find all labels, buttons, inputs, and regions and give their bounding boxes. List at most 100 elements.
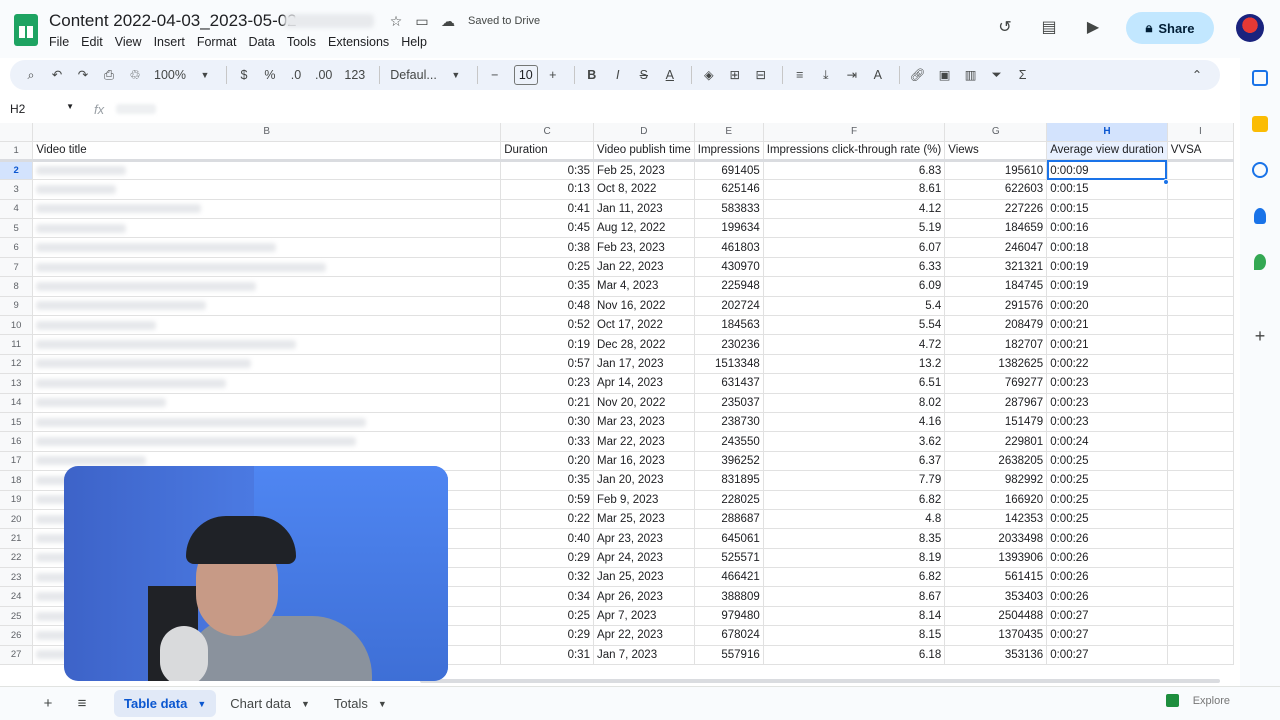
cell-publish-time[interactable]: Mar 16, 2023 [593, 451, 695, 472]
menu-help[interactable]: Help [401, 35, 433, 49]
cell-vvsa[interactable] [1167, 567, 1234, 588]
row-number[interactable]: 19 [0, 490, 34, 510]
cell-vvsa[interactable] [1167, 509, 1234, 530]
cell-avg-view-duration[interactable]: 0:00:26 [1046, 548, 1168, 569]
cell-vvsa[interactable] [1167, 257, 1234, 278]
cell-ctr[interactable]: 8.02 [763, 393, 946, 413]
header-cell-views[interactable]: Views [944, 141, 1048, 162]
cell-avg-view-duration[interactable]: 0:00:25 [1046, 490, 1168, 510]
formula-input[interactable] [116, 104, 157, 114]
row-number[interactable]: 26 [0, 625, 34, 646]
column-header-c[interactable]: C [500, 123, 594, 142]
cell-duration[interactable]: 0:57 [500, 354, 594, 375]
cell-video-title[interactable] [32, 160, 502, 181]
cell-publish-time[interactable]: Dec 28, 2022 [593, 334, 695, 355]
cell-impressions[interactable]: 525571 [694, 548, 764, 569]
cell-impressions[interactable]: 625146 [694, 179, 764, 200]
cell-impressions[interactable]: 831895 [694, 470, 764, 491]
cell-avg-view-duration[interactable]: 0:00:23 [1046, 412, 1168, 433]
tab-caret-icon[interactable]: ▼ [301, 699, 310, 709]
cell-views[interactable]: 2638205 [944, 451, 1048, 472]
cell-impressions[interactable]: 230236 [694, 334, 764, 355]
cell-impressions[interactable]: 557916 [694, 645, 764, 666]
cell-avg-view-duration[interactable]: 0:00:25 [1046, 509, 1168, 530]
cell-avg-view-duration[interactable]: 0:00:19 [1046, 276, 1168, 297]
column-header-f[interactable]: F [763, 123, 946, 142]
cell-vvsa[interactable] [1167, 625, 1234, 646]
insert-comment-icon[interactable]: ▣ [938, 65, 952, 85]
comments-icon[interactable]: ▤ [1038, 17, 1060, 39]
cell-views[interactable]: 184659 [944, 218, 1048, 239]
cell-ctr[interactable]: 4.16 [763, 412, 946, 433]
cell-views[interactable]: 1382625 [944, 354, 1048, 375]
cell-avg-view-duration[interactable]: 0:00:27 [1046, 606, 1168, 627]
row-number[interactable]: 18 [0, 470, 34, 491]
cell-views[interactable]: 769277 [944, 373, 1048, 394]
cell-vvsa[interactable] [1167, 218, 1234, 239]
borders-icon[interactable]: ⊞ [728, 65, 742, 85]
collapse-toolbar-icon[interactable]: ⌃ [1190, 65, 1204, 85]
cell-ctr[interactable]: 4.12 [763, 199, 946, 220]
cell-vvsa[interactable] [1167, 199, 1234, 220]
fill-color-icon[interactable]: ◈ [702, 65, 716, 85]
header-cell-duration[interactable]: Duration [500, 141, 594, 162]
cell-impressions[interactable]: 225948 [694, 276, 764, 297]
cell-vvsa[interactable] [1167, 237, 1234, 258]
row-number[interactable]: 25 [0, 606, 34, 627]
insert-link-icon[interactable]: 🔗︎ [910, 65, 926, 85]
cell-publish-time[interactable]: Apr 7, 2023 [593, 606, 695, 627]
row-number[interactable]: 13 [0, 373, 34, 394]
cell-impressions[interactable]: 466421 [694, 567, 764, 588]
cell-views[interactable]: 622603 [944, 179, 1048, 200]
cell-views[interactable]: 182707 [944, 334, 1048, 355]
cell-views[interactable]: 561415 [944, 567, 1048, 588]
cell-impressions[interactable]: 184563 [694, 315, 764, 336]
menu-insert[interactable]: Insert [154, 35, 191, 49]
row-number[interactable]: 15 [0, 412, 34, 433]
cell-ctr[interactable]: 6.82 [763, 490, 946, 510]
cell-avg-view-duration[interactable]: 0:00:27 [1046, 645, 1168, 666]
cell-video-title[interactable] [32, 276, 502, 297]
tab-table-data[interactable]: Table data ▼ [114, 690, 217, 717]
cell-impressions[interactable]: 1513348 [694, 354, 764, 375]
history-icon[interactable]: ↺ [994, 17, 1016, 39]
cell-ctr[interactable]: 6.09 [763, 276, 946, 297]
decrease-decimal-button[interactable]: .0 [289, 65, 303, 85]
cell-publish-time[interactable]: Oct 17, 2022 [593, 315, 695, 336]
font-size-decrease-icon[interactable]: − [488, 65, 502, 85]
cell-ctr[interactable]: 8.15 [763, 625, 946, 646]
cell-video-title[interactable] [32, 179, 502, 200]
cell-vvsa[interactable] [1167, 373, 1234, 394]
row-number[interactable]: 7 [0, 257, 34, 278]
vertical-align-icon[interactable]: ⤓ [819, 65, 833, 85]
cell-publish-time[interactable]: Apr 14, 2023 [593, 373, 695, 394]
row-number[interactable]: 14 [0, 393, 34, 413]
tasks-icon[interactable] [1252, 162, 1268, 178]
cell-duration[interactable]: 0:32 [500, 567, 594, 588]
cell-publish-time[interactable]: Nov 16, 2022 [593, 296, 695, 317]
cell-publish-time[interactable]: Jan 17, 2023 [593, 354, 695, 375]
column-header-g[interactable]: G [944, 123, 1048, 142]
cell-views[interactable]: 208479 [944, 315, 1048, 336]
cell-duration[interactable]: 0:40 [500, 528, 594, 549]
row-number[interactable]: 24 [0, 586, 34, 607]
cell-views[interactable]: 2033498 [944, 528, 1048, 549]
increase-decimal-button[interactable]: .00 [315, 65, 332, 85]
cell-impressions[interactable]: 430970 [694, 257, 764, 278]
column-header-b[interactable]: B [32, 123, 502, 142]
cell-vvsa[interactable] [1167, 586, 1234, 607]
header-cell-vvsa[interactable]: VVSA [1167, 141, 1234, 162]
cell-video-title[interactable] [32, 431, 502, 452]
cell-duration[interactable]: 0:13 [500, 179, 594, 200]
cell-avg-view-duration[interactable]: 0:00:24 [1046, 431, 1168, 452]
cell-vvsa[interactable] [1167, 490, 1234, 510]
number-format-button[interactable]: 123 [344, 65, 365, 85]
cell-ctr[interactable]: 6.83 [763, 160, 946, 181]
tab-caret-icon[interactable]: ▼ [197, 699, 206, 709]
move-folder-icon[interactable]: ▭ [414, 13, 430, 29]
cloud-saved-icon[interactable]: ☁ [440, 13, 456, 29]
cell-avg-view-duration[interactable]: 0:00:26 [1046, 586, 1168, 607]
cell-views[interactable]: 291576 [944, 296, 1048, 317]
menu-format[interactable]: Format [197, 35, 243, 49]
cell-views[interactable]: 246047 [944, 237, 1048, 258]
